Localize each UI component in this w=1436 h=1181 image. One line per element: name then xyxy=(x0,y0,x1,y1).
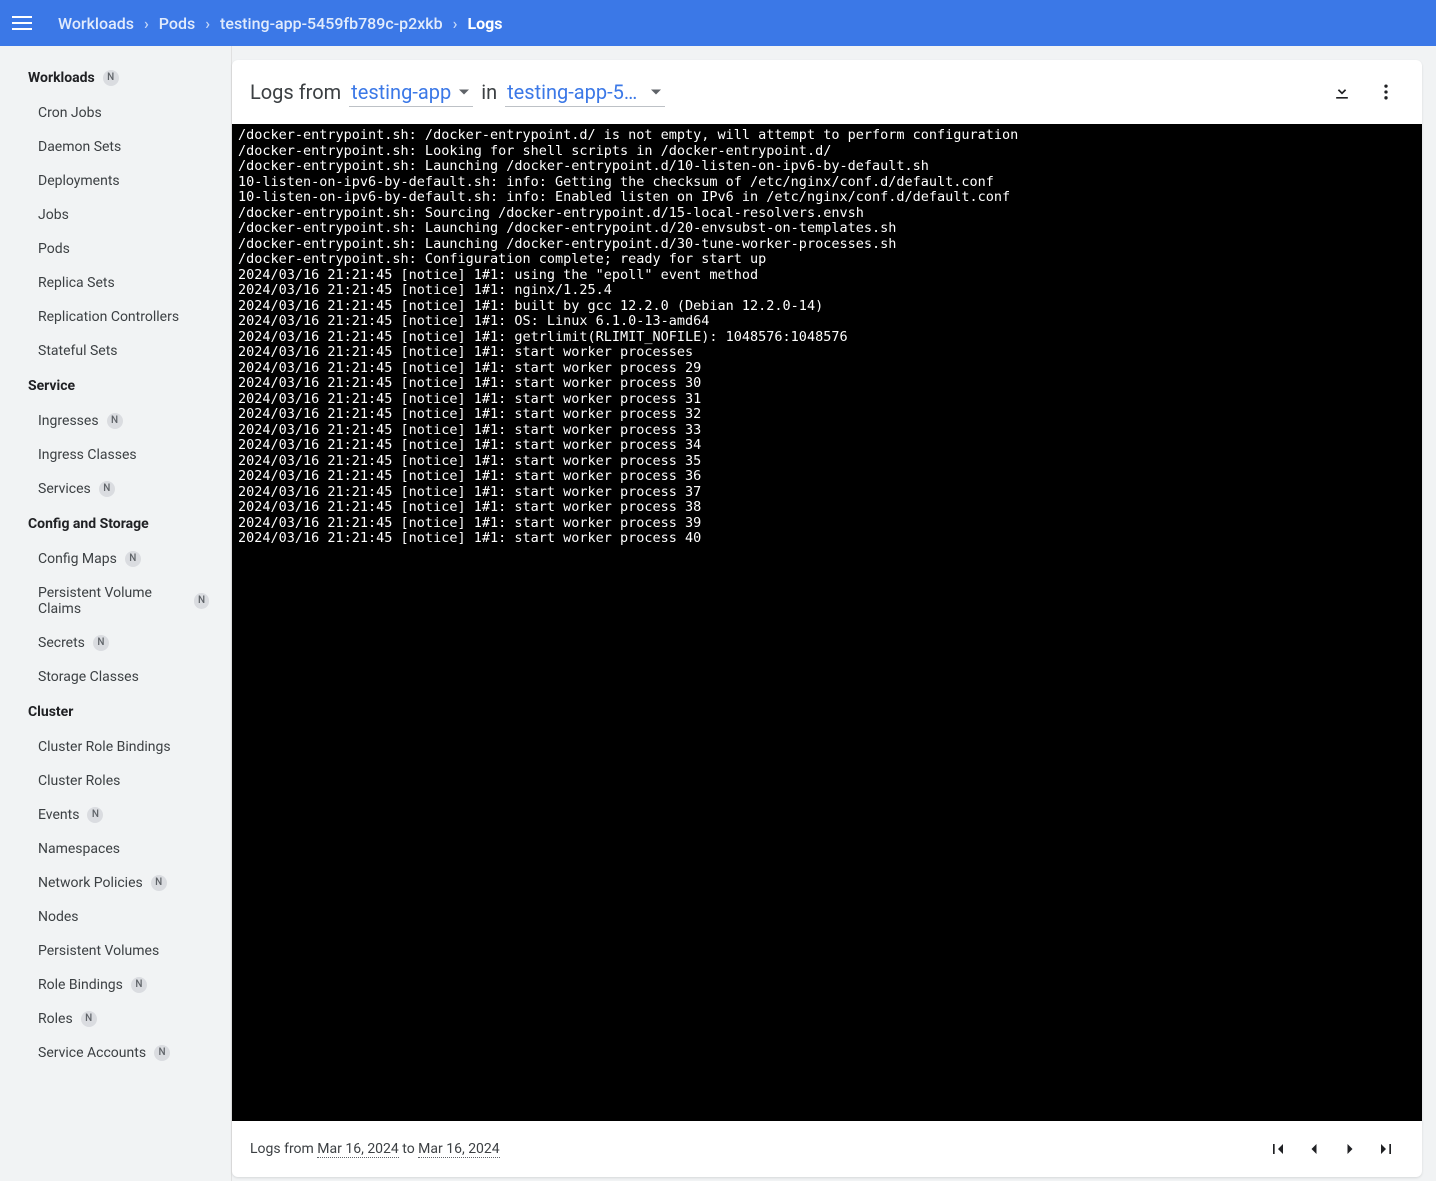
sidebar-item[interactable]: RolesN xyxy=(0,1002,231,1036)
namespace-badge: N xyxy=(87,807,103,823)
to-date[interactable]: Mar 16, 2024 xyxy=(418,1141,500,1158)
namespace-badge: N xyxy=(131,977,147,993)
log-card: Logs from testing-app in testing-app-54…… xyxy=(232,60,1422,1177)
sidebar-section-title: Config and Storage xyxy=(0,506,231,542)
pod-select[interactable]: testing-app-54… xyxy=(505,78,665,107)
footer-range: Logs from Mar 16, 2024 to Mar 16, 2024 xyxy=(250,1141,500,1157)
sidebar-item[interactable]: Replication Controllers xyxy=(0,300,231,334)
first-page-icon[interactable] xyxy=(1260,1131,1296,1167)
download-icon[interactable] xyxy=(1324,74,1360,110)
sidebar-item[interactable]: Storage Classes xyxy=(0,660,231,694)
sidebar-item[interactable]: Network PoliciesN xyxy=(0,866,231,900)
log-header: Logs from testing-app in testing-app-54… xyxy=(232,60,1422,124)
next-page-icon[interactable] xyxy=(1332,1131,1368,1167)
sidebar-item[interactable]: Deployments xyxy=(0,164,231,198)
sidebar-item[interactable]: Role BindingsN xyxy=(0,968,231,1002)
sidebar-item[interactable]: Cron Jobs xyxy=(0,96,231,130)
sidebar-item[interactable]: Nodes xyxy=(0,900,231,934)
menu-icon[interactable] xyxy=(12,9,40,37)
sidebar-item[interactable]: SecretsN xyxy=(0,626,231,660)
prev-page-icon[interactable] xyxy=(1296,1131,1332,1167)
namespace-badge: N xyxy=(154,1045,170,1061)
namespace-badge: N xyxy=(81,1011,97,1027)
sidebar-item[interactable]: Namespaces xyxy=(0,832,231,866)
sidebar: WorkloadsNCron JobsDaemon SetsDeployment… xyxy=(0,46,232,1181)
more-vert-icon[interactable] xyxy=(1368,74,1404,110)
breadcrumb: Workloads › Pods › testing-app-5459fb789c-p2… xyxy=(58,14,502,33)
breadcrumb-item[interactable]: Pods xyxy=(159,14,195,33)
sidebar-item[interactable]: Stateful Sets xyxy=(0,334,231,368)
log-output[interactable]: /docker-entrypoint.sh: /docker-entrypoin… xyxy=(232,124,1422,1121)
sidebar-item[interactable]: Daemon Sets xyxy=(0,130,231,164)
breadcrumb-item[interactable]: Workloads xyxy=(58,14,134,33)
sidebar-section-title: Cluster xyxy=(0,694,231,730)
logs-from-label: Logs from xyxy=(250,80,341,104)
topbar: Workloads › Pods › testing-app-5459fb789c-p2… xyxy=(0,0,1436,46)
sidebar-item[interactable]: Config MapsN xyxy=(0,542,231,576)
breadcrumb-item[interactable]: Logs xyxy=(467,14,502,33)
namespace-badge: N xyxy=(107,413,123,429)
sidebar-item[interactable]: EventsN xyxy=(0,798,231,832)
namespace-badge: N xyxy=(125,551,141,567)
sidebar-item[interactable]: Ingress Classes xyxy=(0,438,231,472)
log-footer: Logs from Mar 16, 2024 to Mar 16, 2024 xyxy=(232,1121,1422,1177)
sidebar-item[interactable]: Cluster Roles xyxy=(0,764,231,798)
sidebar-item[interactable]: Service AccountsN xyxy=(0,1036,231,1070)
breadcrumb-item[interactable]: testing-app-5459fb789c-p2xkb xyxy=(220,14,443,33)
chevron-right-icon: › xyxy=(205,14,210,33)
namespace-badge: N xyxy=(103,70,119,86)
namespace-badge: N xyxy=(194,593,209,609)
sidebar-item[interactable]: Cluster Role Bindings xyxy=(0,730,231,764)
sidebar-item[interactable]: Persistent Volume ClaimsN xyxy=(0,576,231,626)
chevron-right-icon: › xyxy=(144,14,149,33)
sidebar-item[interactable]: Pods xyxy=(0,232,231,266)
sidebar-item[interactable]: ServicesN xyxy=(0,472,231,506)
from-date[interactable]: Mar 16, 2024 xyxy=(317,1141,399,1158)
last-page-icon[interactable] xyxy=(1368,1131,1404,1167)
container-select[interactable]: testing-app xyxy=(349,78,473,107)
main-content: Logs from testing-app in testing-app-54…… xyxy=(232,46,1436,1181)
namespace-badge: N xyxy=(93,635,109,651)
chevron-right-icon: › xyxy=(453,14,458,33)
sidebar-item[interactable]: Persistent Volumes xyxy=(0,934,231,968)
sidebar-item[interactable]: Jobs xyxy=(0,198,231,232)
in-label: in xyxy=(481,80,497,104)
namespace-badge: N xyxy=(151,875,167,891)
sidebar-section-title: WorkloadsN xyxy=(0,60,231,96)
sidebar-item[interactable]: Replica Sets xyxy=(0,266,231,300)
sidebar-section-title: Service xyxy=(0,368,231,404)
sidebar-item[interactable]: IngressesN xyxy=(0,404,231,438)
namespace-badge: N xyxy=(99,481,115,497)
